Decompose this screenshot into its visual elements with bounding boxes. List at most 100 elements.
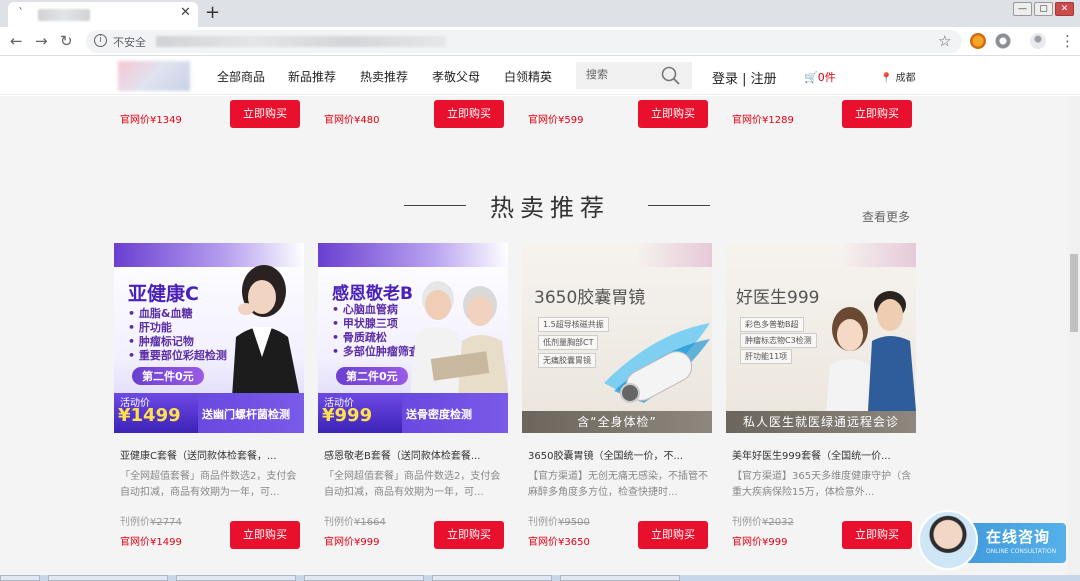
nav-white-collar[interactable]: 白领精英 xyxy=(504,68,552,85)
product-name[interactable]: 亚健康C套餐（送同款体检套餐，... xyxy=(120,447,277,462)
prev-buy-button[interactable]: 立即购买 xyxy=(434,100,504,128)
image-band: 私人医生就医绿通远程会诊 xyxy=(726,411,916,433)
product-card[interactable]: 好医生999 彩色多普勒B超 肿瘤标志物C3检测 肝功能11项 私人医生就医绿通… xyxy=(726,243,916,553)
forward-arrow-icon[interactable]: → xyxy=(35,32,48,50)
agent-avatar xyxy=(918,510,978,570)
nav-all-products[interactable]: 全部商品 xyxy=(217,68,265,85)
tab-favicon-icon: ˋ xyxy=(18,6,24,20)
title-divider-left xyxy=(404,205,466,206)
scrollbar-thumb[interactable] xyxy=(1070,254,1078,332)
tab-title-redacted xyxy=(38,9,90,21)
extension-cookie-icon[interactable] xyxy=(970,33,986,49)
reload-icon[interactable]: ↻ xyxy=(60,32,73,50)
prev-price: 官网价¥599 xyxy=(528,115,584,126)
image-feature: 低剂量胸部CT xyxy=(538,335,599,350)
address-bar[interactable]: i 不安全 ☆ xyxy=(86,30,962,53)
minimize-button[interactable]: — xyxy=(1013,2,1032,16)
product-card[interactable]: 感恩敬老B • 心脑血管病 • 甲状腺三项 • 骨质疏松 • 多部位肿瘤筛查 第… xyxy=(318,243,508,553)
product-image[interactable]: 亚健康C • 血脂&血糖 • 肝功能 • 肿瘤标记物 • 重要部位彩超检测 第二… xyxy=(114,243,304,433)
profile-avatar-icon[interactable] xyxy=(1030,33,1046,49)
page-scrollbar[interactable] xyxy=(1068,96,1080,581)
cart-count: 0件 xyxy=(817,71,836,84)
online-consultation-widget[interactable]: 在线咨询 ONLINE CONSULTATION xyxy=(918,510,1066,570)
browser-tab-strip: ˋ ✕ + — ▢ ✕ xyxy=(0,0,1080,27)
product-image[interactable]: 感恩敬老B • 心脑血管病 • 甲状腺三项 • 骨质疏松 • 多部位肿瘤筛查 第… xyxy=(318,243,508,433)
browser-tab[interactable]: ˋ ✕ xyxy=(8,2,198,27)
url-redacted xyxy=(156,36,446,47)
taskbar-item[interactable] xyxy=(176,575,296,581)
image-bullets: • 血脂&血糖 • 肝功能 • 肿瘤标记物 • 重要部位彩超检测 xyxy=(128,307,227,362)
image-feature: 肿瘤标志物C3检测 xyxy=(740,333,817,348)
start-button[interactable] xyxy=(0,575,40,581)
prev-buy-button[interactable]: 立即购买 xyxy=(842,100,912,128)
image-title: 感恩敬老B xyxy=(332,284,413,304)
os-taskbar xyxy=(0,575,1080,581)
nav-for-parents[interactable]: 孝敬父母 xyxy=(432,68,480,85)
extension-badge-icon[interactable] xyxy=(995,33,1011,49)
maximize-button[interactable]: ▢ xyxy=(1034,2,1053,16)
nav-new-products[interactable]: 新品推荐 xyxy=(288,68,336,85)
product-card[interactable]: 3650胶囊胃镜 1.5超导核磁共振 低剂量胸部CT 无痛胶囊胃镜 含“全身体检… xyxy=(522,243,712,553)
chat-subtitle: ONLINE CONSULTATION xyxy=(986,548,1057,555)
product-card[interactable]: 亚健康C • 血脂&血糖 • 肝功能 • 肿瘤标记物 • 重要部位彩超检测 第二… xyxy=(114,243,304,553)
product-name[interactable]: 美年好医生999套餐（全国统一价... xyxy=(732,447,891,462)
login-register-link[interactable]: 登录 | 注册 xyxy=(712,68,777,87)
view-more-link[interactable]: 查看更多 xyxy=(862,208,910,225)
promo-price: ¥999 xyxy=(322,405,373,426)
taskbar-item[interactable] xyxy=(48,575,168,581)
image-brand-bar xyxy=(726,243,916,267)
nav-hot-sale[interactable]: 热卖推荐 xyxy=(360,68,408,85)
promo-bar: 活动价 ¥999 送骨密度检测 xyxy=(318,393,508,433)
reference-price: 刊例价¥2032 xyxy=(732,517,794,528)
site-logo[interactable] xyxy=(118,61,190,91)
prev-ref-price-cut xyxy=(120,96,180,102)
image-brand-bar xyxy=(318,243,508,267)
image-title: 亚健康C xyxy=(128,283,199,305)
search-input[interactable] xyxy=(586,68,658,81)
buy-now-button[interactable]: 立即购买 xyxy=(842,521,912,549)
woman-photo xyxy=(232,265,300,397)
back-arrow-icon[interactable]: ← xyxy=(10,32,23,50)
reference-price: 刊例价¥9500 xyxy=(528,517,590,528)
product-image[interactable]: 好医生999 彩色多普勒B超 肿瘤标志物C3检测 肝功能11项 私人医生就医绿通… xyxy=(726,243,916,433)
info-icon[interactable]: i xyxy=(94,34,107,47)
window-close-button[interactable]: ✕ xyxy=(1055,2,1074,16)
image-brand-bar xyxy=(522,243,712,267)
promo-pill: 第二件0元 xyxy=(336,367,408,385)
product-description: 【官方渠道】无创无痛无感染，不插管不麻醉多角度多方位，检查快捷时... xyxy=(528,471,708,498)
product-image[interactable]: 3650胶囊胃镜 1.5超导核磁共振 低剂量胸部CT 无痛胶囊胃镜 含“全身体检… xyxy=(522,243,712,433)
elderly-couple-photo xyxy=(410,281,508,395)
product-name[interactable]: 感恩敬老B套餐（送同款体检套餐... xyxy=(324,447,480,462)
location-selector[interactable]: 📍 成都 xyxy=(880,69,916,84)
buy-now-button[interactable]: 立即购买 xyxy=(434,521,504,549)
search-box xyxy=(576,62,692,89)
promo-pill: 第二件0元 xyxy=(132,367,204,385)
buy-now-button[interactable]: 立即购买 xyxy=(638,521,708,549)
page-content: 官网价¥1349 立即购买 官网价¥480 立即购买 官网价¥599 立即购买 … xyxy=(0,96,1068,581)
search-icon[interactable] xyxy=(660,65,682,87)
cart-icon: 🛒 xyxy=(804,71,818,84)
title-divider-right xyxy=(648,205,710,206)
prev-buy-button[interactable]: 立即购买 xyxy=(230,100,300,128)
cart-link[interactable]: 🛒0件 xyxy=(804,69,836,85)
section-heading: 热卖推荐 xyxy=(490,194,610,222)
bookmark-star-icon[interactable]: ☆ xyxy=(938,32,951,50)
buy-now-button[interactable]: 立即购买 xyxy=(230,521,300,549)
menu-dots-icon[interactable]: ⋮ xyxy=(1060,32,1075,50)
prev-buy-button[interactable]: 立即购买 xyxy=(638,100,708,128)
browser-toolbar: ← → ↻ i 不安全 ☆ ⋮ xyxy=(0,27,1080,56)
image-feature: 肝功能11项 xyxy=(740,349,793,364)
new-tab-button[interactable]: + xyxy=(205,2,220,24)
taskbar-item[interactable] xyxy=(560,575,680,581)
taskbar-item[interactable] xyxy=(432,575,552,581)
site-header: 全部商品 新品推荐 热卖推荐 孝敬父母 白领精英 登录 | 注册 🛒0件 📍 成… xyxy=(0,57,1080,95)
window-controls: — ▢ ✕ xyxy=(1013,2,1074,16)
reference-price: 刊例价¥2774 xyxy=(120,517,182,528)
couple-photo xyxy=(826,291,916,411)
taskbar-item[interactable] xyxy=(304,575,424,581)
prev-price: 官网价¥480 xyxy=(324,115,380,126)
tab-close-icon[interactable]: ✕ xyxy=(180,5,191,20)
promo-price: ¥1499 xyxy=(118,405,181,426)
product-name[interactable]: 3650胶囊胃镜（全国统一价，不... xyxy=(528,447,683,462)
promo-price-box: 活动价 ¥999 xyxy=(318,393,402,433)
